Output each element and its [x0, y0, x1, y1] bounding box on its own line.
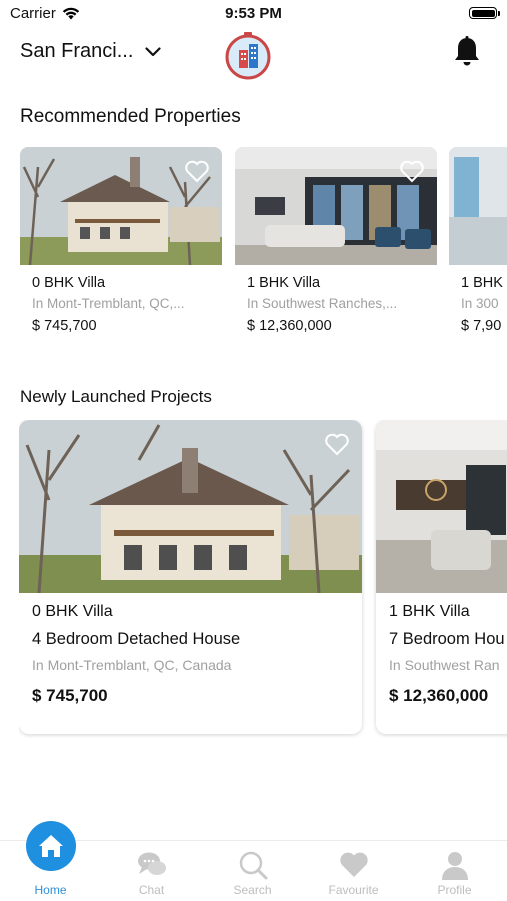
project-name: 4 Bedroom Detached House: [32, 630, 241, 648]
project-type: 1 BHK Villa: [389, 603, 470, 620]
tab-label: Search: [233, 883, 272, 897]
property-type: 0 BHK Villa: [32, 275, 106, 291]
property-card[interactable]: 0 BHK Villa In Mont-Tremblant, QC,... $ …: [20, 147, 222, 347]
chat-icon: [137, 852, 166, 875]
new-projects-title: Newly Launched Projects: [20, 387, 212, 406]
project-name: 7 Bedroom Hou: [389, 630, 505, 648]
property-type: 1 BHK Villa: [247, 275, 321, 291]
heart-icon[interactable]: [399, 159, 425, 183]
search-icon: [239, 851, 267, 880]
battery-icon: [469, 7, 500, 19]
property-card[interactable]: 1 BHK Villa In Southwest Ranches,... $ 1…: [235, 147, 437, 347]
project-location: In Southwest Ran: [389, 657, 500, 673]
city-selector[interactable]: San Franci...: [20, 40, 161, 63]
profile-icon: [441, 852, 468, 880]
tab-label: Home: [34, 883, 67, 897]
heart-icon: [339, 852, 368, 877]
city-label: San Franci...: [20, 40, 134, 62]
bell-icon[interactable]: [453, 36, 481, 68]
project-card[interactable]: 0 BHK Villa 4 Bedroom Detached House In …: [19, 420, 362, 734]
recommended-carousel[interactable]: 0 BHK Villa In Mont-Tremblant, QC,... $ …: [20, 147, 507, 347]
heart-icon[interactable]: [184, 159, 210, 183]
tab-bar: Home Chat Search Favourite Profile: [0, 821, 507, 901]
tab-label: Favourite: [328, 883, 379, 897]
property-location: In Southwest Ranches,...: [247, 296, 398, 311]
project-price: $ 12,360,000: [389, 686, 489, 705]
tab-favourite[interactable]: Favourite: [303, 841, 404, 901]
project-price: $ 745,700: [32, 686, 108, 705]
chevron-down-icon: [145, 46, 161, 56]
project-card[interactable]: 1 BHK Villa 7 Bedroom Hou In Southwest R…: [376, 420, 507, 734]
recommended-title: Recommended Properties: [20, 106, 241, 127]
tab-search[interactable]: Search: [202, 841, 303, 901]
property-price: $ 7,90: [461, 318, 502, 334]
property-location: In Mont-Tremblant, QC,...: [32, 296, 185, 311]
status-time: 9:53 PM: [225, 5, 282, 22]
home-icon: [38, 835, 63, 857]
tab-chat[interactable]: Chat: [101, 841, 202, 901]
project-photo: [376, 420, 507, 593]
project-location: In Mont-Tremblant, QC, Canada: [32, 657, 232, 673]
status-bar: Carrier 9:53 PM: [0, 0, 507, 28]
home-tab-circle: [25, 821, 76, 871]
project-type: 0 BHK Villa: [32, 603, 113, 620]
project-photo: [19, 420, 362, 593]
app-logo: [225, 32, 271, 80]
property-card[interactable]: 1 BHK In 300 $ 7,90: [449, 147, 507, 347]
property-photo: [449, 147, 507, 265]
property-type: 1 BHK: [461, 275, 503, 291]
tab-label: Chat: [138, 883, 165, 897]
header: San Franci...: [0, 28, 507, 88]
property-location: In 300: [461, 296, 499, 311]
tab-profile[interactable]: Profile: [404, 841, 505, 901]
property-price: $ 12,360,000: [247, 318, 332, 334]
tab-home[interactable]: Home: [0, 821, 101, 901]
tab-label: Profile: [437, 883, 472, 897]
new-projects-carousel[interactable]: 0 BHK Villa 4 Bedroom Detached House In …: [19, 420, 507, 740]
property-photo: [20, 147, 222, 265]
property-price: $ 745,700: [32, 318, 97, 334]
heart-icon[interactable]: [324, 432, 350, 456]
property-photo: [235, 147, 437, 265]
